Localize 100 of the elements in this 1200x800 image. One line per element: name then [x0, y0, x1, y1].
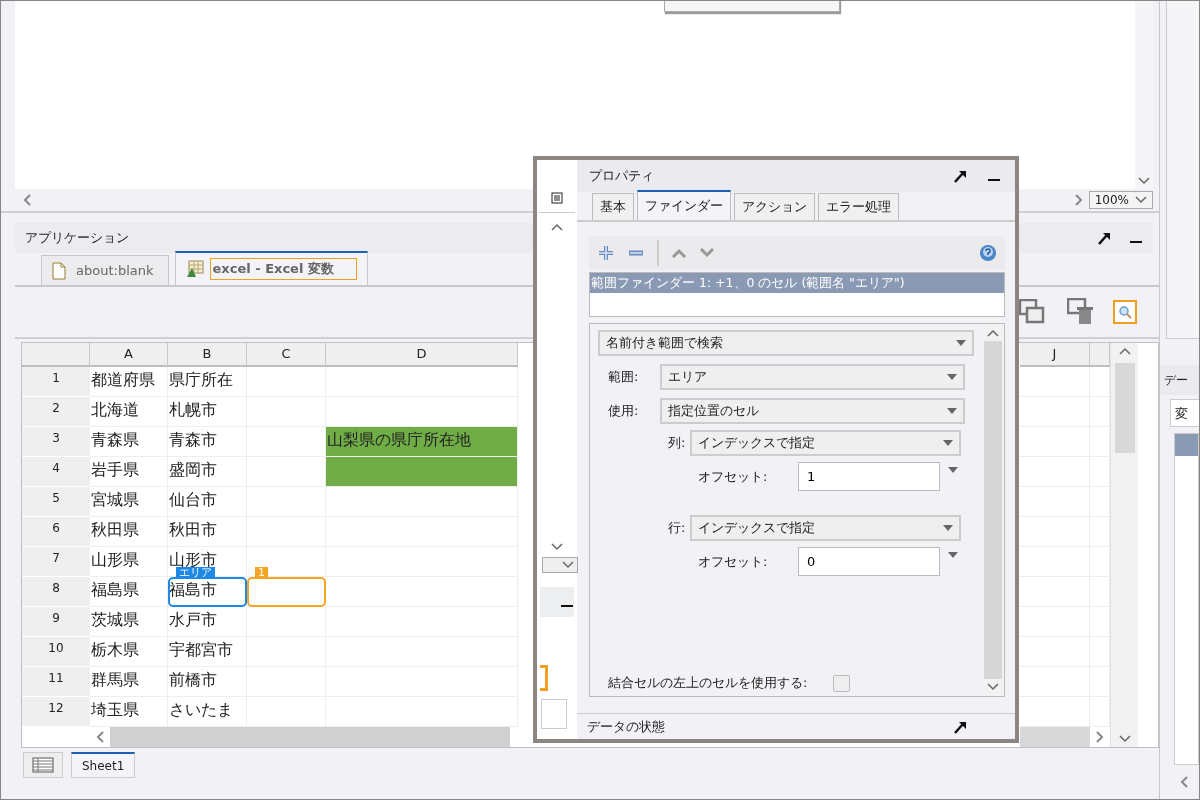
column-header[interactable]: C: [247, 343, 326, 367]
table-cell: 山形県: [90, 547, 168, 577]
zoom-dropdown[interactable]: 100%: [1088, 191, 1153, 209]
arrow-icon[interactable]: [953, 168, 967, 183]
dropdown[interactable]: エリア: [660, 364, 965, 391]
highlight-frame: [540, 665, 548, 691]
table-cell: 盛岡市: [168, 457, 247, 487]
scrollbar-thumb[interactable]: [984, 341, 1002, 680]
checkbox[interactable]: [833, 674, 851, 692]
caret-icon: [947, 408, 957, 415]
panel-fragment: [541, 699, 567, 729]
row-header[interactable]: 10: [22, 637, 90, 667]
row-header[interactable]: 11: [22, 667, 90, 697]
checkbox-label: 結合セルの左上のセルを使用する:: [608, 674, 808, 693]
table-cell: 都道府県: [90, 367, 168, 397]
input-field[interactable]: 0: [798, 547, 940, 577]
row-header[interactable]: 5: [22, 487, 90, 517]
scrollbar-thumb[interactable]: [110, 727, 510, 747]
row-header[interactable]: 8: [22, 577, 90, 607]
chevron-left-icon[interactable]: [96, 731, 104, 743]
table-cell: 群馬県: [90, 667, 168, 697]
list-icon[interactable]: [551, 192, 563, 204]
search-mode-dropdown[interactable]: 名前付き範囲で検索: [598, 330, 974, 357]
spreadsheet-icon: [185, 260, 204, 278]
tab[interactable]: エラー処理: [818, 192, 899, 220]
table-cell: 水戸市: [168, 607, 247, 637]
search-button[interactable]: [1113, 300, 1137, 324]
chevron-left-icon[interactable]: [23, 194, 31, 206]
table-cell: 県庁所在: [168, 367, 247, 397]
scrollbar-thumb[interactable]: [1114, 363, 1135, 453]
column-header[interactable]: B: [168, 343, 247, 367]
caret-icon: [943, 440, 953, 447]
chevron-up-icon[interactable]: [987, 329, 999, 338]
table-cell: 宮城県: [90, 487, 168, 517]
window-title: プロパティ: [589, 166, 654, 185]
field-label: 範囲:: [607, 368, 640, 387]
chevron-right-icon[interactable]: [1074, 194, 1083, 206]
row-header[interactable]: 6: [22, 517, 90, 547]
input-field[interactable]: 1: [798, 462, 940, 492]
panel-tab[interactable]: 変: [1170, 399, 1199, 427]
chevron-up-icon[interactable]: [1118, 347, 1131, 355]
chevron-down-icon[interactable]: [987, 683, 999, 692]
chevron-down-icon[interactable]: [1138, 177, 1150, 185]
row-header[interactable]: 1: [22, 367, 90, 397]
row-header[interactable]: 12: [22, 697, 90, 727]
corner-cell[interactable]: [22, 343, 90, 367]
chevron-up-icon[interactable]: [671, 247, 687, 258]
chevron-down-icon[interactable]: [551, 543, 563, 551]
field-label: オフセット:: [698, 552, 769, 571]
table-cell: 青森市: [168, 427, 247, 457]
dropdown[interactable]: インデックスで指定: [690, 430, 961, 457]
arrow-icon[interactable]: [1097, 231, 1111, 245]
caret-icon: [947, 374, 957, 381]
document-tab[interactable]: excel - Excel 変数: [174, 251, 368, 285]
chevron-up-icon[interactable]: [551, 223, 563, 231]
dropdown[interactable]: 指定位置のセル: [660, 398, 965, 425]
table-cell: 福島県: [90, 577, 168, 607]
filled-cell: 山梨県の県庁所在地: [326, 427, 518, 457]
table-cell: 栃木県: [90, 637, 168, 667]
dropdown[interactable]: インデックスで指定: [690, 515, 961, 542]
sheet-list-button[interactable]: [23, 752, 63, 778]
table-cell: 宇都宮市: [168, 637, 247, 667]
column-header[interactable]: A: [90, 343, 168, 367]
range-label: エリア: [176, 567, 215, 579]
field-label: オフセット:: [698, 467, 769, 486]
table-cell: 北海道: [90, 397, 168, 427]
chevron-left-icon[interactable]: [1180, 776, 1188, 788]
arrow-icon[interactable]: [953, 719, 967, 734]
table-cell: 青森県: [90, 427, 168, 457]
tab[interactable]: 基本: [592, 192, 634, 220]
caret-icon[interactable]: [948, 466, 958, 473]
caret-icon[interactable]: [948, 551, 958, 558]
panel-title: アプリケーション: [25, 229, 129, 247]
row-header[interactable]: 3: [22, 427, 90, 457]
row-header[interactable]: 4: [22, 457, 90, 487]
chevron-down-icon[interactable]: [1118, 735, 1131, 743]
help-icon[interactable]: [979, 243, 997, 262]
caret-icon: [956, 340, 966, 347]
table-cell: 仙台市: [168, 487, 247, 517]
table-cell: 札幌市: [168, 397, 247, 427]
table-cell: 前橋市: [168, 667, 247, 697]
tab[interactable]: ファインダー: [637, 189, 731, 220]
row-header[interactable]: 7: [22, 547, 90, 577]
search-icon: [1118, 305, 1132, 319]
sheet-tab[interactable]: Sheet1: [71, 752, 136, 778]
row-header[interactable]: 9: [22, 607, 90, 637]
chevron-down-icon[interactable]: [699, 247, 715, 258]
add-icon[interactable]: [597, 243, 615, 262]
field-label: 列:: [667, 434, 687, 453]
table-cell: 秋田市: [168, 517, 247, 547]
column-header[interactable]: D: [326, 343, 518, 367]
column-header[interactable]: J: [1020, 343, 1090, 367]
table-icon: [32, 757, 54, 773]
chevron-right-icon[interactable]: [1096, 731, 1104, 743]
row-header[interactable]: 2: [22, 397, 90, 427]
document-tab[interactable]: about:blank: [41, 255, 169, 285]
tab[interactable]: アクション: [734, 192, 815, 220]
field-label: 行:: [667, 519, 687, 538]
table-cell: 秋田県: [90, 517, 168, 547]
dropdown[interactable]: [542, 557, 578, 573]
